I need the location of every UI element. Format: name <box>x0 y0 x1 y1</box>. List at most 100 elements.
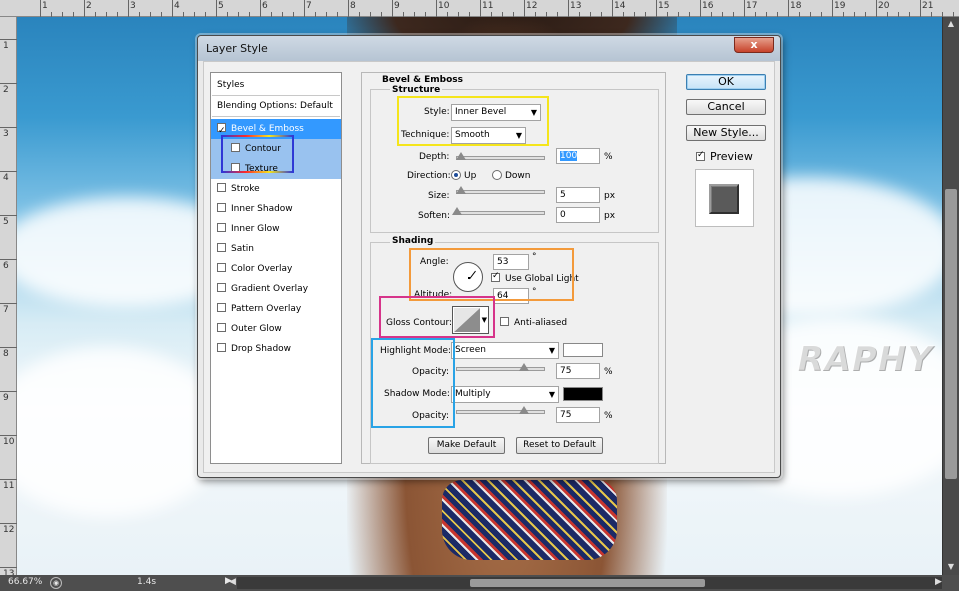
preview-checkbox[interactable]: Preview <box>696 150 753 163</box>
soften-unit: px <box>604 211 616 221</box>
style-item[interactable]: Inner Shadow <box>211 199 341 219</box>
scroll-up-icon[interactable]: ▲ <box>946 19 956 29</box>
radio-selected-icon <box>451 170 461 180</box>
ruler-tick <box>40 0 41 17</box>
style-item-label: Color Overlay <box>231 264 293 274</box>
style-item[interactable]: Satin <box>211 239 341 259</box>
soften-input[interactable]: 0 <box>556 207 600 223</box>
style-item[interactable]: Color Overlay <box>211 259 341 279</box>
ruler-tick <box>0 303 17 304</box>
hscroll-thumb[interactable] <box>470 579 705 587</box>
checkbox-icon[interactable] <box>217 263 226 272</box>
highlight-mode-select[interactable]: Screen ▼ <box>451 342 559 359</box>
ok-button[interactable]: OK <box>686 74 766 90</box>
scroll-down-icon[interactable]: ▼ <box>946 562 956 572</box>
checkbox-icon[interactable] <box>217 223 226 232</box>
ruler-tick <box>744 0 745 17</box>
styles-header[interactable]: Styles <box>211 75 341 95</box>
ruler-tick <box>0 435 17 436</box>
ruler-tick-label: 9 <box>3 393 9 403</box>
style-item-label: Gradient Overlay <box>231 284 309 294</box>
ruler-tick-label: 21 <box>922 1 934 11</box>
ruler-tick <box>568 0 569 17</box>
style-item[interactable]: Inner Glow <box>211 219 341 239</box>
ruler-tick-label: 4 <box>174 1 180 11</box>
horizontal-scrollbar[interactable]: ◀ ▶ <box>229 577 942 589</box>
zoom-level[interactable]: 66.67% <box>8 577 42 587</box>
style-item-label: Stroke <box>231 184 260 194</box>
make-default-button[interactable]: Make Default <box>428 437 505 454</box>
ruler-tick-label: 14 <box>614 1 626 11</box>
highlight-opacity-slider[interactable] <box>456 363 545 371</box>
style-item[interactable]: Drop Shadow <box>211 339 341 359</box>
dialog-titlebar[interactable]: Layer Style x <box>198 36 780 61</box>
shadow-opacity-input[interactable]: 75 <box>556 407 600 423</box>
checkbox-icon[interactable] <box>217 303 226 312</box>
soften-slider[interactable] <box>452 207 545 215</box>
new-style-button[interactable]: New Style... <box>686 125 766 141</box>
preview-thumbnail <box>695 169 754 227</box>
checkbox-icon[interactable] <box>217 343 226 352</box>
ruler-tick <box>0 391 17 392</box>
checkbox-checked-icon <box>696 150 705 161</box>
annotation-box-angle <box>409 248 574 301</box>
checkbox-icon[interactable] <box>217 203 226 212</box>
vertical-scrollbar[interactable]: ▲ ▼ <box>942 17 959 575</box>
anti-aliased-checkbox[interactable]: Anti-aliased <box>500 317 567 328</box>
direction-down-radio[interactable]: Down <box>492 170 531 181</box>
ruler-tick-label: 20 <box>878 1 890 11</box>
ruler-tick <box>260 0 261 17</box>
shadow-mode-select[interactable]: Multiply ▼ <box>451 386 559 403</box>
style-item[interactable]: Pattern Overlay <box>211 299 341 319</box>
direction-down-label: Down <box>505 171 531 181</box>
ruler-tick-label: 5 <box>218 1 224 11</box>
ruler-left: 1 2 3 4 5 6 7 8 9 10 11 12 13 <box>0 17 17 579</box>
ruler-tick <box>0 39 17 40</box>
ruler-tick-label: 8 <box>350 1 356 11</box>
checkbox-icon[interactable] <box>217 283 226 292</box>
reset-to-default-button[interactable]: Reset to Default <box>516 437 603 454</box>
highlight-opacity-unit: % <box>604 367 613 377</box>
style-item[interactable]: Outer Glow <box>211 319 341 339</box>
cloud-shape <box>17 347 227 517</box>
ruler-tick-label: 1 <box>42 1 48 11</box>
style-item[interactable]: Gradient Overlay <box>211 279 341 299</box>
style-item[interactable]: Stroke <box>211 179 341 199</box>
shadow-color-swatch[interactable] <box>563 387 603 401</box>
checkbox-icon[interactable] <box>217 243 226 252</box>
depth-slider[interactable] <box>456 152 545 160</box>
shadow-opacity-slider[interactable] <box>456 406 545 414</box>
highlight-color-swatch[interactable] <box>563 343 603 357</box>
checkbox-icon[interactable] <box>217 323 226 332</box>
size-input[interactable]: 5 <box>556 187 600 203</box>
soften-slider-knob[interactable] <box>452 207 462 215</box>
cancel-button[interactable]: Cancel <box>686 99 766 115</box>
direction-up-radio[interactable]: Up <box>451 170 476 181</box>
ruler-tick <box>348 0 349 17</box>
checkbox-icon[interactable] <box>217 183 226 192</box>
ruler-tick-label: 18 <box>790 1 802 11</box>
size-slider-knob[interactable] <box>456 186 466 194</box>
shadow-opacity-unit: % <box>604 411 613 421</box>
doc-info-icon[interactable]: ◉ <box>50 577 62 589</box>
section-title: Bevel & Emboss <box>382 75 463 85</box>
highlight-opacity-input[interactable]: 75 <box>556 363 600 379</box>
scroll-thumb[interactable] <box>945 189 957 479</box>
ruler-tick <box>612 0 613 17</box>
scroll-right-icon[interactable]: ▶ <box>935 577 942 587</box>
ruler-tick-label: 19 <box>834 1 846 11</box>
checkbox-checked-icon[interactable] <box>217 121 226 141</box>
size-value: 5 <box>560 190 566 200</box>
shadow-opacity-knob[interactable] <box>519 406 529 414</box>
depth-slider-knob[interactable] <box>456 152 466 160</box>
blending-options[interactable]: Blending Options: Default <box>211 96 341 116</box>
size-slider[interactable] <box>456 186 545 194</box>
highlight-opacity-knob[interactable] <box>519 363 529 371</box>
scroll-left-icon[interactable]: ◀ <box>229 577 236 587</box>
ruler-tick <box>392 0 393 17</box>
depth-input[interactable]: 100 <box>556 148 600 164</box>
close-button[interactable]: x <box>734 37 774 53</box>
size-label: Size: <box>428 191 450 201</box>
depth-value: 100 <box>560 151 578 161</box>
ruler-tick-label: 6 <box>262 1 268 11</box>
